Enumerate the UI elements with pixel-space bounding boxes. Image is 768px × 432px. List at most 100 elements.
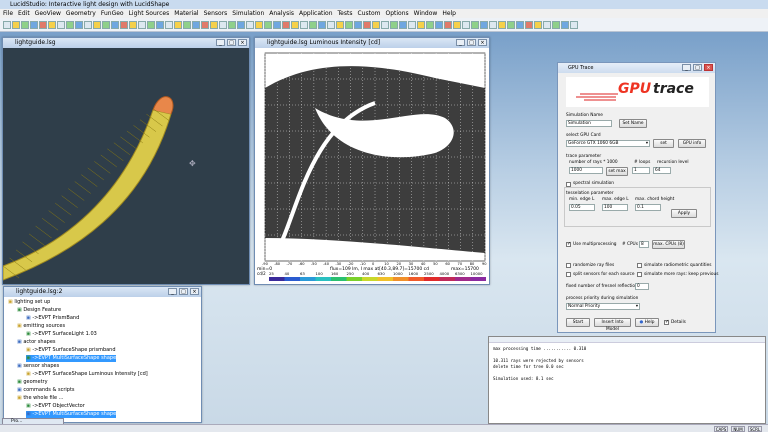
maximize-icon[interactable]: □ (467, 39, 476, 46)
toolbar-button[interactable] (462, 20, 470, 29)
close-icon[interactable]: × (704, 64, 713, 71)
toolbar-button[interactable] (264, 20, 272, 29)
toolbar-button[interactable] (138, 20, 146, 29)
toolbar-button[interactable] (246, 20, 254, 29)
tree-item[interactable]: ▣ ->EVPT ObjectVector (26, 403, 85, 410)
minimize-icon[interactable]: _ (168, 288, 177, 295)
tree-item[interactable]: ▣ ->EVPT PrismBand (26, 315, 79, 322)
toolbar-button[interactable] (147, 20, 155, 29)
toolbar-button[interactable] (318, 20, 326, 29)
toolbar-button[interactable] (75, 20, 83, 29)
tree-item[interactable]: ▣ ->EVPT SurfaceShape Luminous Intensity… (26, 371, 148, 378)
toolbar-button[interactable] (507, 20, 515, 29)
menu-options[interactable]: Options (385, 9, 408, 18)
toolbar-button[interactable] (444, 20, 452, 29)
menu-application[interactable]: Application (299, 9, 333, 18)
randomize-checkbox[interactable] (566, 263, 571, 268)
toolbar-button[interactable] (453, 20, 461, 29)
toolbar-button[interactable] (300, 20, 308, 29)
tree-item[interactable]: ▣ geometry (17, 379, 48, 386)
menu-edit[interactable]: Edit (18, 9, 30, 18)
fresnel-input[interactable]: 0 (635, 283, 649, 290)
menu-material[interactable]: Material (174, 9, 198, 18)
tree-item[interactable]: ▣ ->EVPT SurfaceShape prismband (26, 347, 116, 354)
minimize-icon[interactable]: _ (216, 39, 225, 46)
gpu-trace-dialog[interactable]: GPU Trace _ □ × GPU trace Simulation Name… (557, 62, 718, 333)
menu-analysis[interactable]: Analysis (269, 9, 294, 18)
intensity-plot-window[interactable]: lightguide.lsg Luminous Intensity [cd] _… (254, 37, 490, 285)
toolbar-button[interactable] (354, 20, 362, 29)
menu-simulation[interactable]: Simulation (232, 9, 264, 18)
toolbar-button[interactable] (255, 20, 263, 29)
toolbar-button[interactable] (120, 20, 128, 29)
maximize-icon[interactable]: □ (227, 39, 236, 46)
menu-file[interactable]: File (3, 9, 13, 18)
tree-item[interactable]: ▣ emitting sources (17, 323, 65, 330)
details-checkbox[interactable]: ✓ (664, 319, 669, 325)
toolbar-button[interactable] (417, 20, 425, 29)
toolbar-button[interactable] (48, 20, 56, 29)
toolbar-button[interactable] (273, 20, 281, 29)
toolbar-button[interactable] (372, 20, 380, 29)
toolbar-button[interactable] (174, 20, 182, 29)
toolbar-button[interactable] (525, 20, 533, 29)
toolbar-button[interactable] (363, 20, 371, 29)
toolbar-button[interactable] (237, 20, 245, 29)
toolbar-button[interactable] (39, 20, 47, 29)
toolbar-button[interactable] (57, 20, 65, 29)
toolbar-button[interactable] (102, 20, 110, 29)
tree-item[interactable]: ▣ ->EVPT SurfaceLight 1.03 (26, 331, 97, 338)
split-sensors-checkbox[interactable] (566, 272, 571, 277)
toolbar-button[interactable] (156, 20, 164, 29)
toolbar-button[interactable] (480, 20, 488, 29)
more-rays-checkbox[interactable] (637, 272, 642, 277)
toolbar-button[interactable] (561, 20, 569, 29)
toolbar-button[interactable] (228, 20, 236, 29)
menu-sensors[interactable]: Sensors (204, 9, 228, 18)
tree-item[interactable]: ▣ the whole file ... (17, 395, 63, 402)
toolbar-button[interactable] (408, 20, 416, 29)
toolbar-button[interactable] (291, 20, 299, 29)
gpu-info-button[interactable]: GPU info (678, 139, 706, 148)
minimize-icon[interactable]: _ (682, 64, 691, 71)
loops-input[interactable]: 1 (632, 167, 650, 174)
start-button[interactable]: Start (566, 318, 590, 327)
toolbar-button[interactable] (381, 20, 389, 29)
toolbar-button[interactable] (183, 20, 191, 29)
maximize-icon[interactable]: □ (693, 64, 702, 71)
model-tree-window[interactable]: lightguide.lsg:2 _ □ × ▣ lighting set up ▣ … (3, 286, 202, 423)
tree-item[interactable]: ▣ sensor shapes (17, 363, 59, 370)
toolbar-button[interactable] (30, 20, 38, 29)
maximize-icon[interactable]: □ (179, 288, 188, 295)
tree-item[interactable]: ▣ lighting set up (8, 299, 50, 306)
insert-into-model-button[interactable]: Insert Into Model (594, 318, 631, 332)
toolbar-button[interactable] (192, 20, 200, 29)
toolbar-button[interactable] (111, 20, 119, 29)
menu-light-sources[interactable]: Light Sources (129, 9, 170, 18)
toolbar-button[interactable] (12, 20, 20, 29)
toolbar-button[interactable] (426, 20, 434, 29)
tree-item[interactable]: ▣ ->EVPT MultiSurfaceShape shape (26, 355, 117, 362)
toolbar-button[interactable] (471, 20, 479, 29)
toolbar-button[interactable] (336, 20, 344, 29)
minimize-icon[interactable]: _ (456, 39, 465, 46)
menu-geoview[interactable]: GeoView (35, 9, 61, 18)
geometry-viewport[interactable]: ✥ (3, 48, 249, 284)
help-button[interactable]: ● Help (635, 318, 659, 327)
toolbar-button[interactable] (129, 20, 137, 29)
toolbar-button[interactable] (570, 20, 578, 29)
menu-fungeo[interactable]: FunGeo (101, 9, 124, 18)
menu-tests[interactable]: Tests (338, 9, 353, 18)
geometry-window[interactable]: lightguide.lsg _ □ × ✥ (2, 37, 250, 285)
apply-button[interactable]: Apply (671, 209, 697, 218)
toolbar-button[interactable] (489, 20, 497, 29)
toolbar-button[interactable] (210, 20, 218, 29)
max-cpus-button[interactable]: max. CPUs (8) (652, 240, 685, 249)
min-edge-input[interactable]: 0.05 (569, 204, 595, 211)
gpu-card-select[interactable]: GeForce GTX 1060 6GB ▾ (566, 140, 650, 147)
toolbar-button[interactable] (282, 20, 290, 29)
cpus-input[interactable]: 8 (639, 241, 649, 248)
toolbar-button[interactable] (201, 20, 209, 29)
toolbar-button[interactable] (165, 20, 173, 29)
toolbar-button[interactable] (435, 20, 443, 29)
